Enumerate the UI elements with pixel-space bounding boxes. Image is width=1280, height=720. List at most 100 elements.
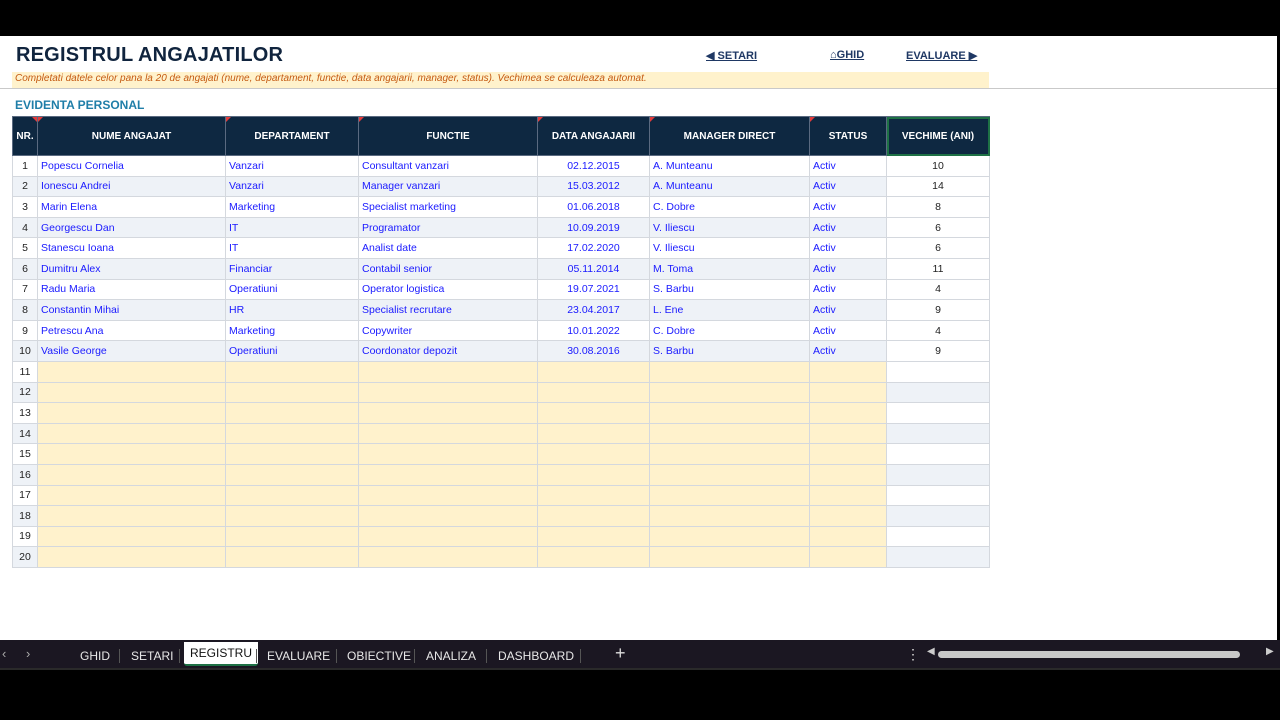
cell-vechime[interactable]: 8 bbox=[886, 196, 990, 218]
horizontal-scrollbar[interactable] bbox=[938, 651, 1240, 658]
cell-functie[interactable]: Copywriter bbox=[358, 319, 538, 342]
cell-status[interactable] bbox=[809, 525, 887, 548]
cell-status[interactable]: Activ bbox=[809, 278, 887, 301]
cell-manager[interactable] bbox=[649, 381, 810, 404]
cell-nr[interactable]: 14 bbox=[12, 422, 38, 445]
cell-nume[interactable]: Marin Elena bbox=[37, 196, 226, 218]
header-col-data[interactable]: DATA ANGAJARII bbox=[537, 116, 650, 156]
cell-nume[interactable]: Stanescu Ioana bbox=[37, 237, 226, 259]
cell-status[interactable] bbox=[809, 463, 887, 486]
cell-functie[interactable] bbox=[358, 525, 538, 548]
cell-manager[interactable]: A. Munteanu bbox=[649, 155, 810, 177]
cell-vechime[interactable] bbox=[886, 422, 990, 445]
cell-data[interactable]: 17.02.2020 bbox=[537, 237, 650, 259]
cell-data[interactable] bbox=[537, 360, 650, 383]
cell-departament[interactable] bbox=[225, 422, 359, 445]
cell-functie[interactable]: Analist date bbox=[358, 237, 538, 259]
header-col-nr[interactable]: NR. bbox=[12, 116, 38, 156]
cell-nr[interactable]: 4 bbox=[12, 216, 38, 239]
nav-setari-link[interactable]: ◀ SETARI bbox=[706, 49, 757, 62]
cell-vechime[interactable] bbox=[886, 443, 990, 465]
tab-scroll-right-icon[interactable]: › bbox=[26, 646, 30, 661]
cell-status[interactable] bbox=[809, 505, 887, 527]
cell-nume[interactable] bbox=[37, 381, 226, 404]
cell-nume[interactable]: Ionescu Andrei bbox=[37, 175, 226, 198]
cell-status[interactable]: Activ bbox=[809, 155, 887, 177]
cell-status[interactable] bbox=[809, 402, 887, 424]
cell-functie[interactable] bbox=[358, 402, 538, 424]
cell-data[interactable]: 10.01.2022 bbox=[537, 319, 650, 342]
cell-vechime[interactable]: 6 bbox=[886, 237, 990, 259]
tab-evaluare[interactable]: EVALUARE bbox=[261, 645, 336, 667]
cell-vechime[interactable]: 4 bbox=[886, 319, 990, 342]
cell-data[interactable] bbox=[537, 463, 650, 486]
cell-status[interactable]: Activ bbox=[809, 196, 887, 218]
nav-evaluare-link[interactable]: EVALUARE ▶ bbox=[906, 49, 977, 62]
cell-manager[interactable] bbox=[649, 402, 810, 424]
cell-status[interactable] bbox=[809, 484, 887, 507]
cell-vechime[interactable] bbox=[886, 525, 990, 548]
cell-status[interactable] bbox=[809, 443, 887, 465]
cell-nr[interactable]: 8 bbox=[12, 299, 38, 321]
cell-vechime[interactable]: 11 bbox=[886, 257, 990, 280]
cell-departament[interactable]: Vanzari bbox=[225, 175, 359, 198]
cell-data[interactable] bbox=[537, 484, 650, 507]
tab-dashboard[interactable]: DASHBOARD bbox=[492, 645, 580, 667]
cell-manager[interactable] bbox=[649, 525, 810, 548]
header-col-vechime[interactable]: VECHIME (ANI) bbox=[886, 116, 990, 156]
cell-functie[interactable] bbox=[358, 505, 538, 527]
cell-data[interactable]: 23.04.2017 bbox=[537, 299, 650, 321]
cell-vechime[interactable]: 6 bbox=[886, 216, 990, 239]
cell-vechime[interactable] bbox=[886, 402, 990, 424]
cell-status[interactable]: Activ bbox=[809, 237, 887, 259]
cell-data[interactable]: 19.07.2021 bbox=[537, 278, 650, 301]
cell-status[interactable]: Activ bbox=[809, 299, 887, 321]
cell-nr[interactable]: 1 bbox=[12, 155, 38, 177]
cell-manager[interactable]: V. Iliescu bbox=[649, 216, 810, 239]
cell-functie[interactable] bbox=[358, 546, 538, 568]
tab-analiza[interactable]: ANALIZA bbox=[420, 645, 482, 667]
cell-vechime[interactable] bbox=[886, 381, 990, 404]
cell-departament[interactable]: Vanzari bbox=[225, 155, 359, 177]
add-sheet-icon[interactable]: + bbox=[615, 643, 626, 664]
cell-functie[interactable] bbox=[358, 443, 538, 465]
cell-data[interactable] bbox=[537, 402, 650, 424]
cell-functie[interactable] bbox=[358, 360, 538, 383]
cell-nume[interactable] bbox=[37, 422, 226, 445]
cell-departament[interactable]: HR bbox=[225, 299, 359, 321]
cell-nume[interactable]: Popescu Cornelia bbox=[37, 155, 226, 177]
header-col-functie[interactable]: FUNCTIE bbox=[358, 116, 538, 156]
cell-data[interactable] bbox=[537, 443, 650, 465]
cell-data[interactable] bbox=[537, 546, 650, 568]
cell-departament[interactable] bbox=[225, 381, 359, 404]
cell-manager[interactable] bbox=[649, 505, 810, 527]
scroll-right-icon[interactable]: ▶ bbox=[1266, 646, 1274, 657]
cell-departament[interactable] bbox=[225, 546, 359, 568]
cell-departament[interactable] bbox=[225, 505, 359, 527]
cell-status[interactable]: Activ bbox=[809, 175, 887, 198]
header-col-nume[interactable]: NUME ANGAJAT bbox=[37, 116, 226, 156]
cell-vechime[interactable] bbox=[886, 484, 990, 507]
cell-functie[interactable]: Operator logistica bbox=[358, 278, 538, 301]
cell-nr[interactable]: 15 bbox=[12, 443, 38, 465]
cell-functie[interactable] bbox=[358, 463, 538, 486]
cell-manager[interactable] bbox=[649, 546, 810, 568]
cell-nume[interactable]: Vasile George bbox=[37, 340, 226, 362]
cell-manager[interactable] bbox=[649, 422, 810, 445]
cell-nume[interactable] bbox=[37, 360, 226, 383]
nav-ghid-link[interactable]: ⌂GHID bbox=[830, 49, 864, 61]
cell-functie[interactable]: Specialist recrutare bbox=[358, 299, 538, 321]
cell-nume[interactable]: Radu Maria bbox=[37, 278, 226, 301]
cell-nume[interactable] bbox=[37, 443, 226, 465]
cell-nr[interactable]: 13 bbox=[12, 402, 38, 424]
cell-manager[interactable] bbox=[649, 360, 810, 383]
cell-departament[interactable]: Financiar bbox=[225, 257, 359, 280]
tab-ghid[interactable]: GHID bbox=[74, 645, 116, 667]
cell-nr[interactable]: 3 bbox=[12, 196, 38, 218]
cell-functie[interactable]: Specialist marketing bbox=[358, 196, 538, 218]
cell-manager[interactable]: L. Ene bbox=[649, 299, 810, 321]
cell-departament[interactable] bbox=[225, 525, 359, 548]
cell-nume[interactable] bbox=[37, 505, 226, 527]
cell-nr[interactable]: 9 bbox=[12, 319, 38, 342]
cell-data[interactable] bbox=[537, 525, 650, 548]
